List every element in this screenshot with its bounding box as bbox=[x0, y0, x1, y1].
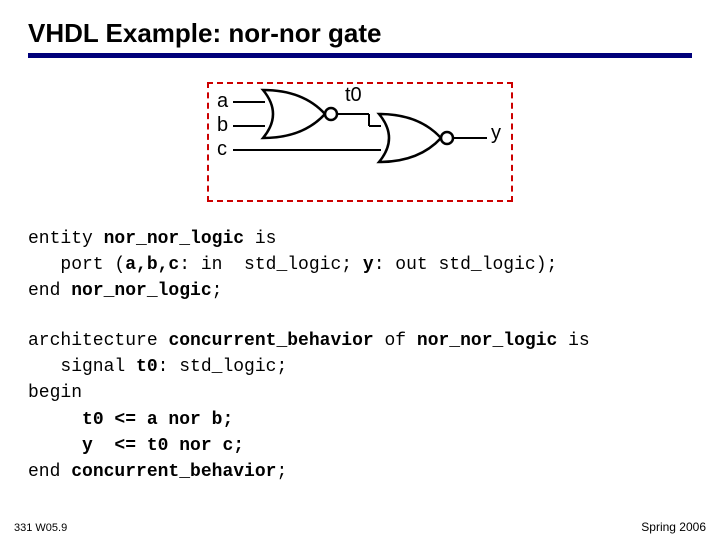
architecture-code: architecture concurrent_behavior of nor_… bbox=[28, 328, 692, 485]
entity-code: entity nor_nor_logic is port (a,b,c: in … bbox=[28, 226, 692, 304]
title-rule bbox=[28, 53, 692, 58]
footer-right: Spring 2006 bbox=[641, 520, 706, 534]
circuit-diagram: a b c t0 y bbox=[207, 82, 513, 202]
gates-svg bbox=[209, 84, 511, 200]
slide-title: VHDL Example: nor-nor gate bbox=[28, 18, 692, 49]
footer-left: 331 W05.9 bbox=[14, 522, 67, 534]
